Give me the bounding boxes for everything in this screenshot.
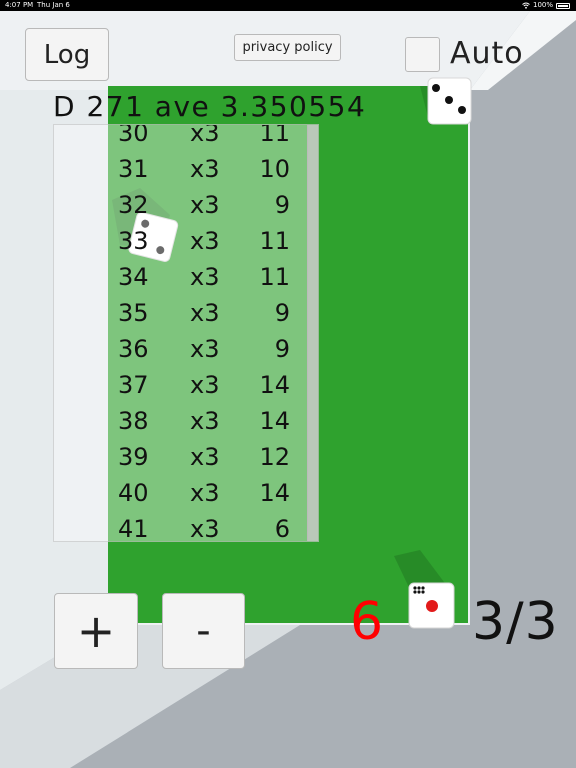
auto-label: Auto [450, 36, 524, 71]
log-row: 38 x3 14 [54, 403, 318, 439]
log-row-sum: 6 [274, 515, 290, 542]
add-die-button[interactable]: + [54, 593, 138, 669]
log-row-index: 38 [118, 407, 149, 435]
log-row: 37 x3 14 [54, 367, 318, 403]
log-row-sum: 11 [259, 227, 290, 255]
log-row-sum: 14 [259, 371, 290, 399]
remove-die-button[interactable]: - [162, 593, 245, 669]
wifi-icon [522, 2, 530, 9]
log-row-index: 39 [118, 443, 149, 471]
auto-checkbox[interactable] [405, 37, 440, 72]
log-row-sum: 9 [274, 191, 290, 219]
log-row-index: 41 [118, 515, 149, 542]
log-row-sum: 12 [259, 443, 290, 471]
log-row-multiplier: x3 [190, 124, 220, 147]
log-row-multiplier: x3 [190, 479, 220, 507]
roll-log-list[interactable]: 30 x3 11 31 x3 10 32 x3 9 33 x3 11 34 x3 11 35 x3 9 36 x3 9 3… [53, 124, 319, 542]
status-bar: 4:07 PM Thu Jan 6 100% [0, 0, 576, 11]
log-row-multiplier: x3 [190, 515, 220, 542]
log-row-index: 35 [118, 299, 149, 327]
log-row-sum: 11 [259, 124, 290, 147]
log-row-multiplier: x3 [190, 443, 220, 471]
log-row-multiplier: x3 [190, 335, 220, 363]
log-row: 39 x3 12 [54, 439, 318, 475]
roll-log-rows: 30 x3 11 31 x3 10 32 x3 9 33 x3 11 34 x3 11 35 x3 9 36 x3 9 3… [54, 124, 318, 542]
log-row-index: 33 [118, 227, 149, 255]
log-row-sum: 14 [259, 407, 290, 435]
privacy-policy-button[interactable]: privacy policy [234, 34, 341, 61]
log-row-sum: 9 [274, 299, 290, 327]
log-row-index: 37 [118, 371, 149, 399]
log-row-sum: 11 [259, 263, 290, 291]
log-row: 33 x3 11 [54, 223, 318, 259]
status-right: 100% [522, 0, 570, 11]
log-row-multiplier: x3 [190, 155, 220, 183]
log-row-index: 30 [118, 124, 149, 147]
log-row-index: 36 [118, 335, 149, 363]
log-row: 30 x3 11 [54, 124, 318, 151]
log-row-sum: 9 [274, 335, 290, 363]
log-row-multiplier: x3 [190, 191, 220, 219]
log-row-multiplier: x3 [190, 299, 220, 327]
log-row-index: 31 [118, 155, 149, 183]
log-row: 36 x3 9 [54, 331, 318, 367]
die-three [427, 77, 472, 125]
battery-icon [556, 2, 570, 9]
log-row: 35 x3 9 [54, 295, 318, 331]
log-row: 32 x3 9 [54, 187, 318, 223]
log-row-sum: 14 [259, 479, 290, 507]
log-row-index: 40 [118, 479, 149, 507]
log-row: 34 x3 11 [54, 259, 318, 295]
log-row: 41 x3 6 [54, 511, 318, 542]
log-row-multiplier: x3 [190, 407, 220, 435]
die-one [408, 582, 455, 629]
last-roll-total: 6 [350, 592, 384, 652]
stats-summary: D 271 ave 3.350554 [53, 90, 367, 123]
log-row: 40 x3 14 [54, 475, 318, 511]
log-row-index: 32 [118, 191, 149, 219]
status-date: Thu Jan 6 [37, 1, 70, 9]
round-counter: 3/3 [472, 592, 559, 652]
log-row: 31 x3 10 [54, 151, 318, 187]
log-button[interactable]: Log [25, 28, 109, 81]
log-scrollbar[interactable] [307, 125, 318, 541]
status-time: 4:07 PM [5, 1, 34, 9]
log-row-sum: 10 [259, 155, 290, 183]
battery-percent: 100% [532, 1, 553, 9]
log-row-index: 34 [118, 263, 149, 291]
log-row-multiplier: x3 [190, 263, 220, 291]
log-row-multiplier: x3 [190, 371, 220, 399]
log-row-multiplier: x3 [190, 227, 220, 255]
